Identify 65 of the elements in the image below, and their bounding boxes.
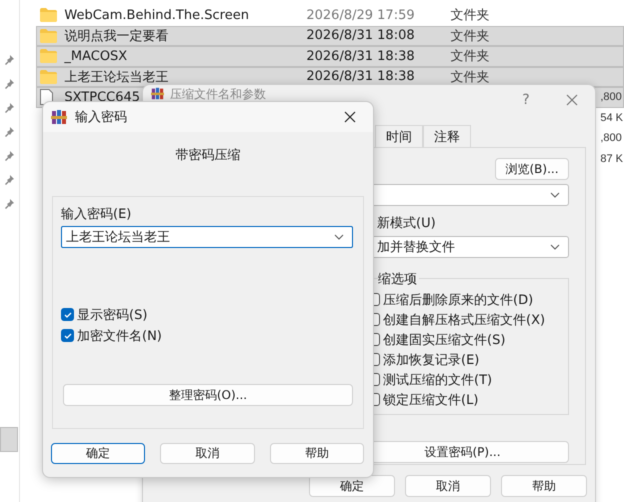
checkbox-label[interactable]: 创建自解压格式压缩文件(X) [383,310,546,328]
pin-icon [4,175,15,185]
field-label: 输入密码(E) [61,206,132,223]
dialog-button[interactable]: 确定 [309,475,395,497]
close-icon [566,94,578,106]
dialog-button[interactable]: 取消 [405,475,491,497]
file-type: 文件夹 [450,8,490,24]
file-size: ,800 [600,91,622,104]
close-icon [344,111,356,123]
password-field[interactable]: 上老王论坛当老王 [61,226,353,248]
folder-icon [40,70,58,84]
window-title: 输入密码 [75,109,127,126]
checkbox-label[interactable]: 压缩后删除原来的文件(D) [383,290,534,308]
pin-icon [4,79,15,89]
window-title: 压缩文件名和参数 [170,86,266,103]
field-label: 新模式(U) [377,215,437,232]
archive-icon [51,109,67,125]
file-type: 文件夹 [450,49,490,64]
checkbox[interactable] [61,329,74,342]
group-title: 缩选项 [378,270,419,288]
file-name[interactable]: _MACOSX [64,48,128,64]
pin-icon [4,55,15,65]
checkbox-label[interactable]: 加密文件名(N) [77,326,162,344]
checkbox-label[interactable]: 添加恢复记录(E) [383,350,480,368]
file-type: 文件夹 [450,28,490,44]
file-name[interactable]: SXTPCC645 [64,90,140,105]
checkbox-label[interactable]: 测试压缩的文件(T) [383,370,492,388]
pin-icon [4,103,15,113]
dialog-heading: 带密码压缩 [176,147,240,164]
dialog-button[interactable]: 帮助 [270,443,364,464]
modified-date: 2026/8/29 17:59 [306,8,415,23]
checkbox[interactable] [61,308,74,321]
file-type: 文件夹 [450,70,490,85]
dialog-button[interactable]: 确定 [51,443,146,464]
checkmark-icon [62,330,72,340]
file-size: 87 K [600,152,623,165]
modified-date: 2026/8/31 18:38 [306,48,415,64]
browse-button[interactable]: 浏览(B)... [495,158,569,180]
pin-icon [4,127,15,137]
help-button[interactable]: ? [503,85,549,115]
pin-icon [4,151,15,161]
checkbox-label[interactable]: 显示密码(S) [77,306,148,324]
organize-passwords-button[interactable]: 整理密码(O)... [63,384,353,406]
chevron-icon [550,244,560,250]
folder-icon [40,49,58,64]
file-size: ,800 [600,132,622,144]
pin-icon [4,199,15,209]
chevron-icon [550,192,560,198]
tab[interactable]: 时间 [375,125,423,147]
modified-date: 2026/8/31 18:08 [306,28,415,44]
checkbox-label[interactable]: 锁定压缩文件(L) [383,390,478,408]
tab[interactable]: 注释 [423,125,471,147]
dialog-button[interactable]: 帮助 [501,475,587,497]
modified-date: 2026/8/31 18:38 [306,69,415,84]
file-size: 54 K [600,112,623,124]
folder-icon [40,28,58,43]
dialog-button[interactable]: 取消 [160,443,255,464]
file-name[interactable]: 说明点我一定要看 [64,28,168,44]
checkbox-label[interactable]: 创建固实压缩文件(S) [383,330,506,348]
file-name[interactable]: WebCam.Behind.The.Screen [64,8,249,23]
archive-icon [151,87,164,100]
checkmark-icon [62,310,72,320]
file-name[interactable]: 上老王论坛当老王 [64,70,168,85]
folder-icon [40,8,58,22]
chevron-icon [334,234,344,240]
